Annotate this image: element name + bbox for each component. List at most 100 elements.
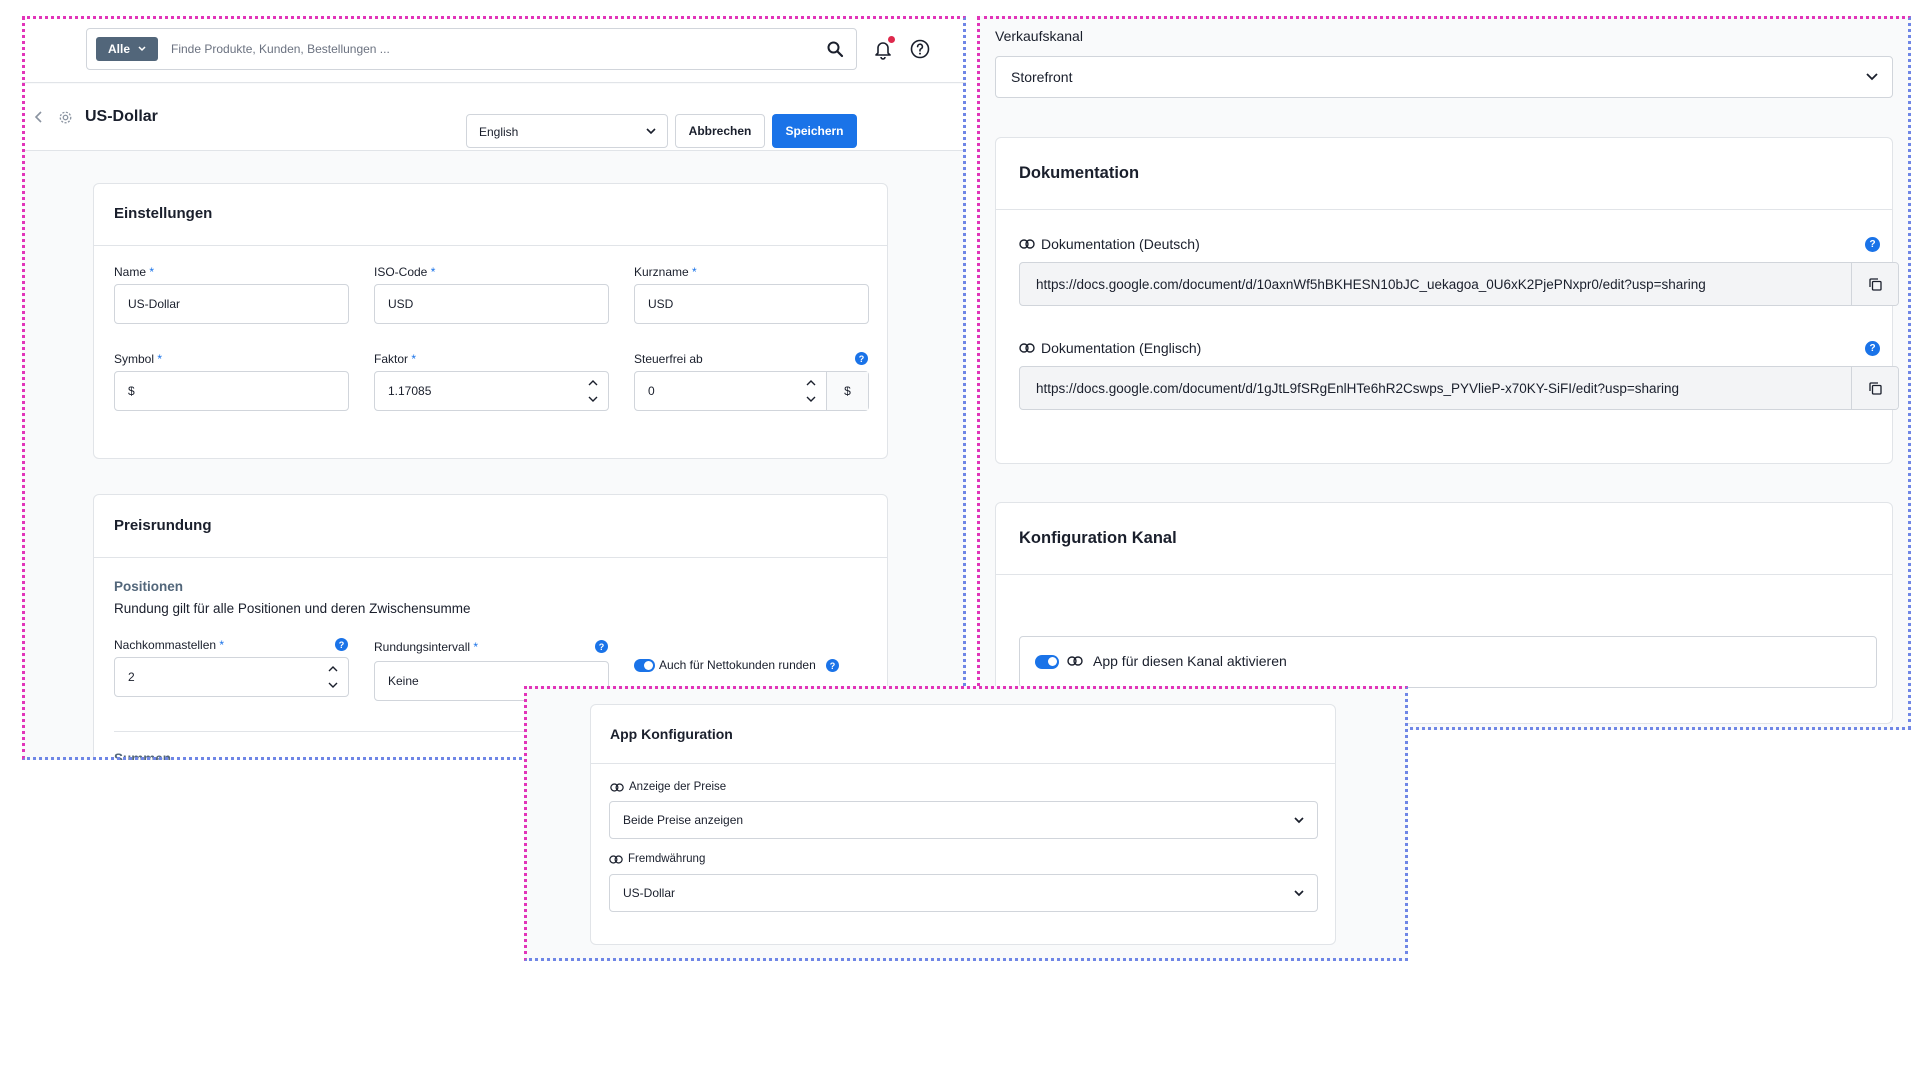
chevron-down-icon (1294, 890, 1304, 897)
stepper-icon[interactable] (588, 378, 598, 404)
help-icon[interactable] (909, 38, 931, 60)
back-icon[interactable] (32, 110, 46, 124)
name-label-text: Name (114, 265, 147, 279)
divider (94, 557, 887, 558)
decimals-label: Nachkommastellen * (114, 638, 224, 652)
required-mark: * (692, 265, 697, 279)
short-name-label-text: Kurzname (634, 265, 689, 279)
divider (94, 245, 887, 246)
doc-en-url-field[interactable]: https://docs.google.com/document/d/1gJtL… (1019, 366, 1899, 410)
top-bar: Alle Finde Produkte, Kunden, Bestellunge… (22, 16, 966, 83)
taxfree-value: 0 (648, 384, 655, 398)
info-icon[interactable]: ? (595, 640, 608, 653)
currency-value: US-Dollar (623, 886, 676, 900)
decimals-value: 2 (128, 670, 135, 684)
saleschannel-select[interactable]: Storefront (995, 56, 1893, 98)
doc-de-url: https://docs.google.com/document/d/10axn… (1036, 276, 1706, 292)
interval-label-text: Rundungsintervall (374, 640, 471, 654)
global-search[interactable]: Alle Finde Produkte, Kunden, Bestellunge… (86, 28, 857, 70)
interval-value: Keine (388, 674, 419, 688)
factor-value: 1.17085 (388, 384, 432, 398)
net-customers-toggle[interactable] (634, 659, 655, 672)
taxfree-input[interactable]: 0 $ (634, 371, 869, 411)
required-mark: * (157, 352, 163, 366)
link-icon (1067, 656, 1083, 666)
short-name-label: Kurzname * (634, 265, 697, 279)
chevron-down-icon (138, 46, 146, 52)
factor-label: Faktor * (374, 352, 416, 366)
app-config-panel: App Konfiguration Anzeige der Preise Bei… (524, 686, 1408, 961)
required-mark: * (473, 640, 479, 654)
cancel-button[interactable]: Abbrechen (675, 114, 765, 148)
activate-channel-toggle[interactable] (1035, 655, 1059, 669)
channel-config-panel: Verkaufskanal Storefront Dokumentation D… (977, 16, 1911, 730)
symbol-input[interactable]: $ (114, 371, 349, 411)
save-button[interactable]: Speichern (772, 114, 857, 148)
name-label: Name * (114, 265, 154, 279)
chevron-down-icon (646, 128, 656, 135)
doc-de-label: Dokumentation (Deutsch) (1019, 236, 1200, 252)
info-icon[interactable]: ? (855, 352, 868, 365)
language-select[interactable]: English (466, 114, 668, 148)
documentation-title: Dokumentation (1019, 164, 1140, 182)
search-filter-button[interactable]: Alle (96, 37, 158, 61)
net-customers-label: Auch für Nettokunden runden (659, 658, 816, 672)
price-display-select[interactable]: Beide Preise anzeigen (609, 801, 1318, 839)
divider (591, 763, 1335, 764)
iso-code-label: ISO-Code * (374, 265, 435, 279)
stepper-icon[interactable] (328, 664, 338, 690)
doc-de-url-field[interactable]: https://docs.google.com/document/d/10axn… (1019, 262, 1899, 306)
admin-currency-panel: Alle Finde Produkte, Kunden, Bestellunge… (22, 16, 966, 760)
link-icon (610, 782, 624, 792)
interval-label: Rundungsintervall * (374, 640, 478, 654)
divider (996, 574, 1892, 575)
language-value: English (479, 125, 519, 139)
link-icon (609, 854, 623, 864)
name-input[interactable]: US-Dollar (114, 284, 349, 324)
symbol-value: $ (128, 384, 135, 398)
stepper-icon[interactable] (806, 378, 816, 404)
positions-title: Positionen (114, 579, 184, 594)
iso-code-input[interactable]: USD (374, 284, 609, 324)
taxfree-label: Steuerfrei ab (634, 352, 703, 366)
chevron-down-icon (1294, 817, 1304, 824)
required-mark: * (149, 265, 155, 279)
copy-button[interactable] (1851, 367, 1898, 409)
decimals-label-text: Nachkommastellen (114, 638, 217, 652)
currency-select[interactable]: US-Dollar (609, 874, 1318, 912)
page-header: US-Dollar English Abbrechen Speichern (22, 84, 966, 151)
notification-dot (888, 36, 895, 43)
saleschannel-value: Storefront (1011, 69, 1073, 85)
documentation-card: Dokumentation Dokumentation (Deutsch) ? … (995, 137, 1899, 464)
link-icon (1019, 343, 1035, 353)
name-value: US-Dollar (128, 297, 181, 311)
short-name-value: USD (648, 297, 674, 311)
symbol-label-text: Symbol (114, 352, 155, 366)
link-icon (1019, 239, 1035, 249)
search-placeholder: Finde Produkte, Kunden, Bestellungen ... (171, 42, 390, 56)
copy-icon (1868, 277, 1882, 291)
search-icon[interactable] (826, 40, 844, 58)
info-icon[interactable]: ? (826, 659, 839, 672)
copy-button[interactable] (1851, 263, 1898, 305)
iso-code-value: USD (388, 297, 414, 311)
search-filter-label: Alle (107, 42, 130, 56)
copy-icon (1868, 381, 1882, 395)
divider (996, 209, 1892, 210)
doc-de-label-text: Dokumentation (Deutsch) (1041, 236, 1200, 252)
required-mark: * (219, 638, 225, 652)
rounding-card-title: Preisrundung (114, 517, 212, 534)
short-name-input[interactable]: USD (634, 284, 869, 324)
settings-card-title: Einstellungen (114, 205, 213, 222)
info-icon[interactable]: ? (335, 638, 348, 651)
info-icon[interactable]: ? (1865, 341, 1880, 356)
price-display-value: Beide Preise anzeigen (623, 813, 744, 827)
currency-label: Fremdwährung (609, 853, 705, 865)
activate-channel-text: App für diesen Kanal aktivieren (1093, 653, 1287, 669)
settings-card: Einstellungen Name * US-Dollar ISO-Code … (93, 183, 888, 459)
chevron-down-icon (1866, 73, 1878, 81)
activate-channel-row[interactable]: App für diesen Kanal aktivieren (1019, 636, 1877, 688)
decimals-input[interactable]: 2 (114, 657, 349, 697)
factor-input[interactable]: 1.17085 (374, 371, 609, 411)
info-icon[interactable]: ? (1865, 237, 1880, 252)
